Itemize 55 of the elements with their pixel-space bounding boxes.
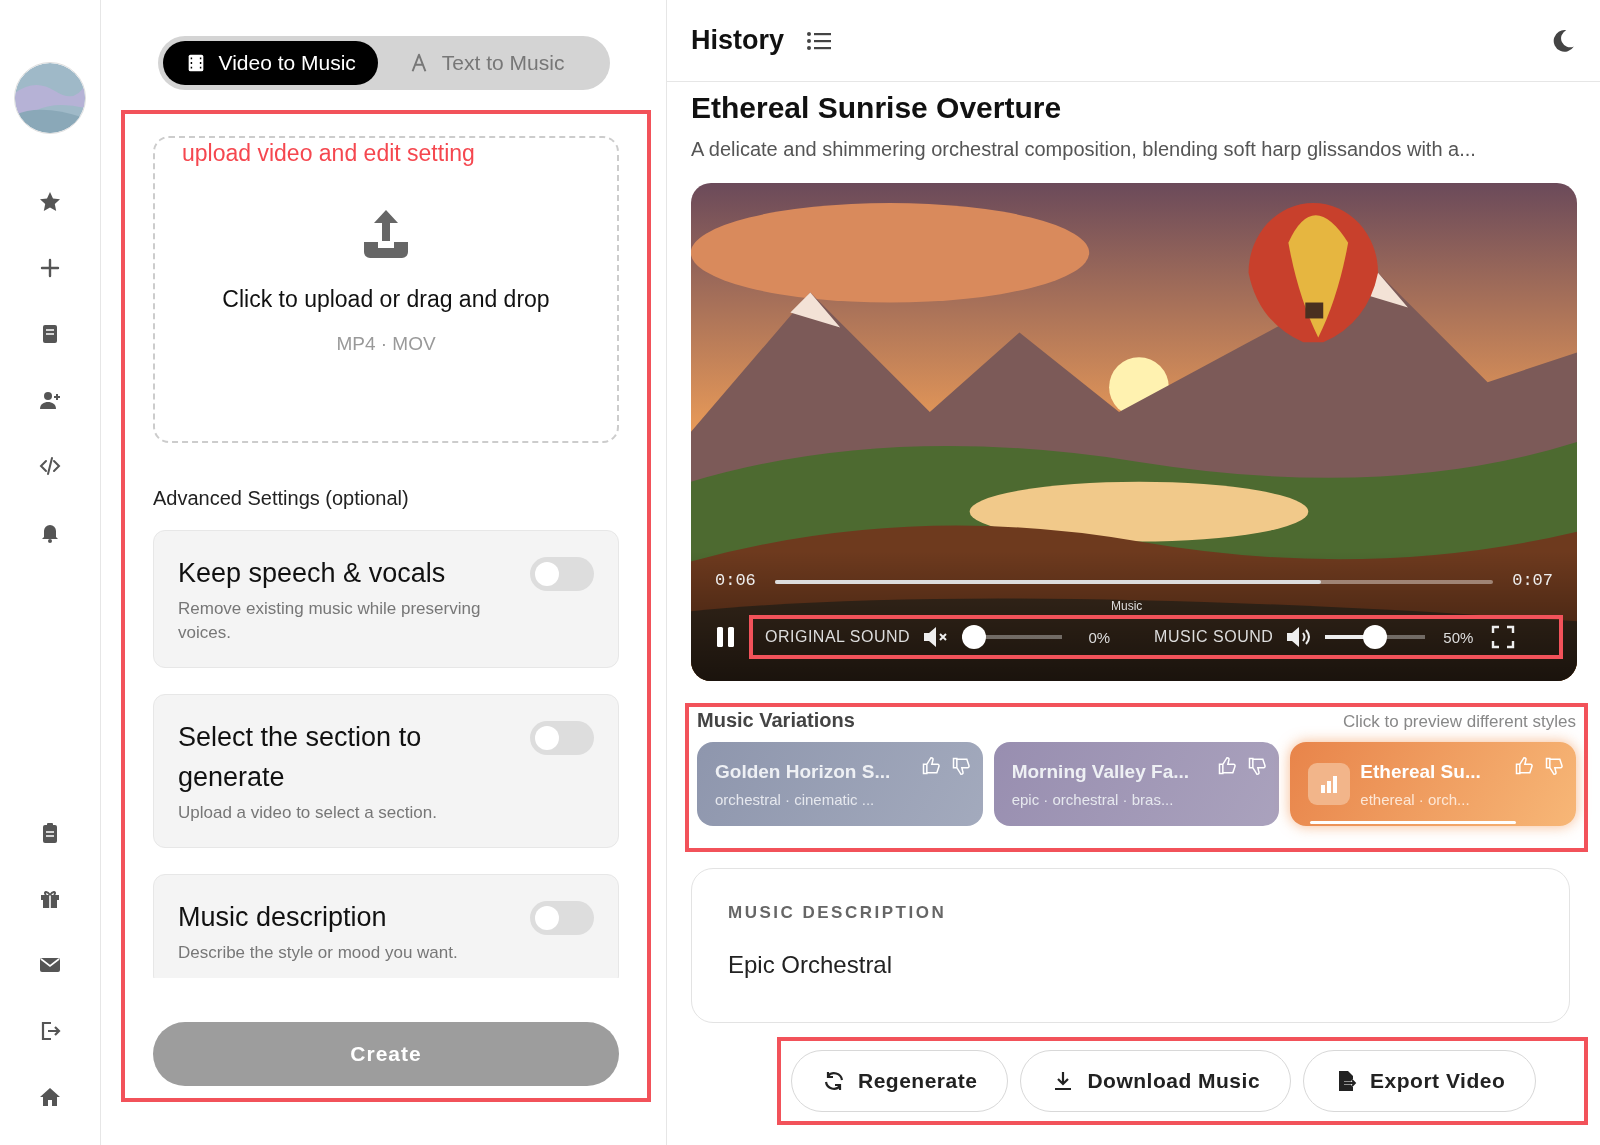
thumbs-down-icon[interactable] [1247, 756, 1268, 776]
fullscreen-icon[interactable] [1491, 625, 1516, 649]
thumbs-down-icon[interactable] [1544, 756, 1564, 776]
pause-icon[interactable] [715, 625, 737, 649]
list-icon[interactable] [806, 29, 833, 52]
current-time: 0:06 [715, 571, 756, 590]
variation-tags: orchestral · cinematic ... [715, 790, 911, 808]
mode-tab[interactable]: Video to Music [162, 41, 378, 85]
history-title: History [691, 25, 785, 56]
thumbs-up-icon[interactable] [1217, 756, 1238, 776]
action-button[interactable]: Export Video [1303, 1050, 1537, 1112]
setting-description: Upload a video to select a section. [178, 802, 438, 824]
thumbs-down-icon[interactable] [950, 756, 971, 776]
track-description: A delicate and shimmering orchestral composition, blending soft harp glissandos with a... [691, 138, 1477, 161]
setting-description: Describe the style or mood you want. [178, 942, 459, 964]
track-label: Music [1111, 599, 1143, 613]
track-title: Ethereal Sunrise Overture [691, 90, 1063, 126]
refresh-icon [822, 1069, 846, 1093]
variation-title: Morning Valley Fa... [1011, 760, 1191, 783]
variation-title: Golden Horizon S... [715, 760, 892, 783]
bar-chart-icon [1308, 763, 1351, 805]
setting-title: Music description [178, 901, 388, 934]
description-label: MUSIC DESCRIPTION [728, 903, 948, 923]
thumbs-up-icon[interactable] [1514, 756, 1534, 776]
variation-tags: ethereal · orch... [1360, 790, 1504, 808]
description-value: Epic Orchestral [728, 951, 894, 979]
setting-title: Select the section to generate [178, 721, 423, 794]
upload-title: Click to upload or drag and drop [222, 286, 550, 313]
action-button[interactable]: Regenerate [791, 1050, 1009, 1112]
home-icon[interactable] [38, 1085, 62, 1109]
progress-bar[interactable] [775, 580, 1493, 584]
duration: 0:07 [1512, 571, 1553, 590]
setting-description: Remove existing music while preserving voices. [178, 598, 482, 644]
setting-title: Keep speech & vocals [178, 557, 447, 590]
toggle-switch[interactable] [530, 721, 594, 755]
variation-tags: epic · orchestral · bras... [1011, 790, 1208, 808]
action-button[interactable]: Download Music [1020, 1050, 1292, 1112]
plus-icon[interactable] [38, 256, 62, 280]
upload-icon [362, 208, 410, 260]
section-title: Advanced Settings (optional) [153, 487, 410, 510]
volume-reading: 50% [1442, 628, 1474, 646]
file-formats: MP4 · MOV [336, 333, 436, 355]
volume-label: ORIGINAL SOUND [765, 628, 911, 646]
variation-title: Ethereal Su... [1360, 760, 1482, 783]
section-hint: Click to preview different styles [1342, 712, 1576, 732]
code-icon[interactable] [38, 454, 62, 478]
toggle-switch[interactable] [530, 557, 594, 591]
volume-label: MUSIC SOUND [1154, 628, 1274, 646]
upload-dropzone[interactable]: upload video and edit setting Click to upload or drag and drop MP4 · MOV [153, 136, 619, 443]
thumbs-up-icon[interactable] [920, 756, 941, 776]
section-title: Music Variations [697, 709, 855, 732]
star-icon[interactable] [38, 190, 62, 214]
volume-reading: 0% [1087, 628, 1111, 646]
toggle-switch[interactable] [530, 901, 594, 935]
annotation-text: upload video and edit setting [182, 140, 475, 167]
